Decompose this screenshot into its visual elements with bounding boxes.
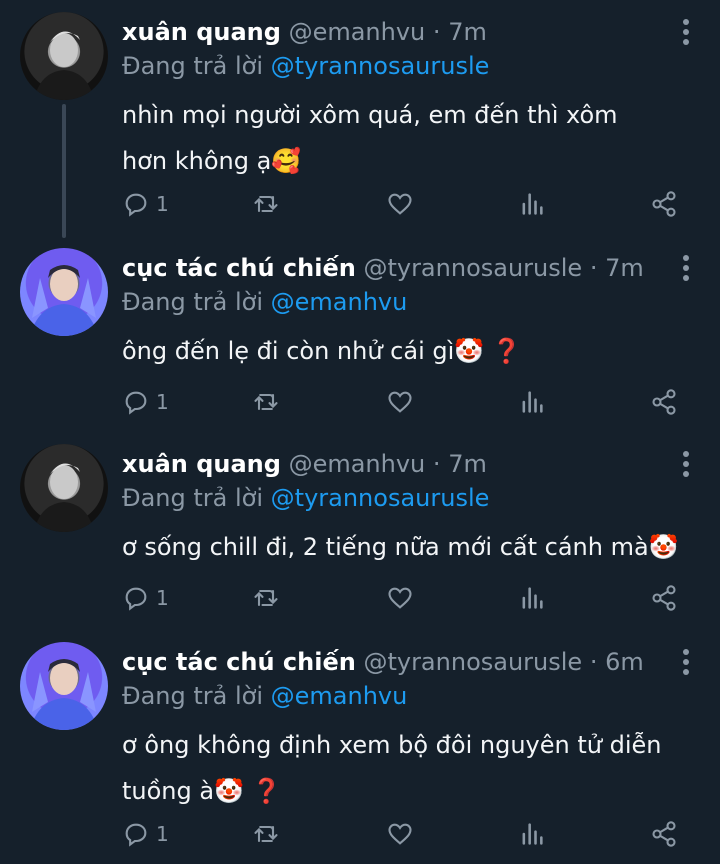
more-vertical-icon[interactable] [682, 450, 690, 478]
user-handle[interactable]: @emanhvu [289, 18, 426, 46]
replying-to-label: Đang trả lời [122, 484, 264, 512]
analytics-icon [522, 587, 543, 609]
replying-to-label: Đang trả lời [122, 682, 264, 710]
reply-count: 1 [156, 586, 169, 610]
share-button[interactable] [650, 388, 678, 416]
analytics-button[interactable] [518, 820, 546, 848]
replying-to-mention[interactable]: @tyrannosaurusle [271, 52, 490, 80]
reply-button[interactable]: 1 [122, 820, 169, 848]
timestamp[interactable]: 7m [448, 18, 487, 46]
retweet-button[interactable] [252, 584, 280, 612]
tweet-text: ơ sống chill đi, 2 tiếng nữa mới cất cán… [122, 533, 679, 561]
tweet-header: xuân quang @emanhvu · 7m [122, 16, 660, 48]
heart-icon [388, 587, 412, 609]
tweet-actions: 1 [122, 384, 690, 420]
retweet-button[interactable] [252, 820, 280, 848]
share-icon [652, 585, 676, 611]
timestamp[interactable]: 7m [605, 254, 644, 282]
tweet[interactable]: cục tác chú chiến @tyrannosaurusle · 7m … [0, 236, 720, 432]
reply-count: 1 [156, 390, 169, 414]
analytics-icon [522, 193, 543, 215]
display-name[interactable]: cục tác chú chiến [122, 254, 356, 282]
share-icon [652, 821, 676, 847]
retweet-icon [254, 393, 278, 411]
separator: · [432, 18, 441, 46]
tweet-header: xuân quang @emanhvu · 7m [122, 448, 660, 480]
reply-icon [125, 823, 147, 847]
timestamp[interactable]: 6m [605, 648, 644, 676]
tweet-header: cục tác chú chiến @tyrannosaurusle · 6m [122, 646, 660, 678]
replying-to-mention[interactable]: @emanhvu [271, 288, 408, 316]
user-handle[interactable]: @tyrannosaurusle [363, 254, 582, 282]
display-name[interactable]: cục tác chú chiến [122, 648, 356, 676]
analytics-button[interactable] [518, 584, 546, 612]
avatar[interactable] [20, 248, 108, 336]
share-button[interactable] [650, 190, 678, 218]
replying-to: Đang trả lời @emanhvu [122, 680, 407, 712]
tweet-text: nhìn mọi người xôm quá, em đến thì xôm h… [122, 101, 618, 175]
more-vertical-icon[interactable] [682, 18, 690, 46]
like-button[interactable] [386, 820, 414, 848]
reply-button[interactable]: 1 [122, 190, 169, 218]
reply-button[interactable]: 1 [122, 584, 169, 612]
replying-to: Đang trả lời @tyrannosaurusle [122, 50, 489, 82]
analytics-button[interactable] [518, 190, 546, 218]
like-button[interactable] [386, 388, 414, 416]
separator: · [589, 254, 598, 282]
reply-count: 1 [156, 192, 169, 216]
retweet-button[interactable] [252, 388, 280, 416]
replying-to: Đang trả lời @emanhvu [122, 286, 407, 318]
replying-to-label: Đang trả lời [122, 52, 264, 80]
avatar[interactable] [20, 444, 108, 532]
retweet-icon [254, 825, 278, 843]
retweet-button[interactable] [252, 190, 280, 218]
user-handle[interactable]: @tyrannosaurusle [363, 648, 582, 676]
tweet-actions: 1 [122, 186, 690, 222]
tweet-text: ông đến lẹ đi còn nhử cái gì🤡 ❓ [122, 337, 522, 365]
tweet-actions: 1 [122, 816, 690, 852]
share-icon [652, 389, 676, 415]
analytics-icon [522, 823, 543, 845]
tweet-text: ơ ông không định xem bộ đôi nguyên tử di… [122, 731, 662, 805]
heart-icon [388, 823, 412, 845]
reply-button[interactable]: 1 [122, 388, 169, 416]
separator: · [432, 450, 441, 478]
user-handle[interactable]: @emanhvu [289, 450, 426, 478]
replying-to: Đang trả lời @tyrannosaurusle [122, 482, 489, 514]
replying-to-mention[interactable]: @tyrannosaurusle [271, 484, 490, 512]
tweet[interactable]: xuân quang @emanhvu · 7m Đang trả lời @t… [0, 432, 720, 632]
reply-count: 1 [156, 822, 169, 846]
heart-icon [388, 193, 412, 215]
tweet[interactable]: cục tác chú chiến @tyrannosaurusle · 6m … [0, 630, 720, 864]
retweet-icon [254, 195, 278, 213]
tweet[interactable]: xuân quang @emanhvu · 7m Đang trả lời @t… [0, 0, 720, 238]
timestamp[interactable]: 7m [448, 450, 487, 478]
thread-line [62, 104, 66, 238]
heart-icon [388, 391, 412, 413]
avatar[interactable] [20, 642, 108, 730]
share-icon [652, 191, 676, 217]
reply-icon [125, 193, 147, 217]
avatar[interactable] [20, 12, 108, 100]
analytics-button[interactable] [518, 388, 546, 416]
retweet-icon [254, 589, 278, 607]
more-vertical-icon[interactable] [682, 648, 690, 676]
display-name[interactable]: xuân quang [122, 450, 281, 478]
like-button[interactable] [386, 584, 414, 612]
more-vertical-icon[interactable] [682, 254, 690, 282]
tweet-header: cục tác chú chiến @tyrannosaurusle · 7m [122, 252, 660, 284]
share-button[interactable] [650, 584, 678, 612]
display-name[interactable]: xuân quang [122, 18, 281, 46]
separator: · [589, 648, 598, 676]
analytics-icon [522, 391, 543, 413]
like-button[interactable] [386, 190, 414, 218]
tweet-actions: 1 [122, 580, 690, 616]
share-button[interactable] [650, 820, 678, 848]
reply-icon [125, 391, 147, 415]
replying-to-label: Đang trả lời [122, 288, 264, 316]
replying-to-mention[interactable]: @emanhvu [271, 682, 408, 710]
reply-icon [125, 587, 147, 611]
